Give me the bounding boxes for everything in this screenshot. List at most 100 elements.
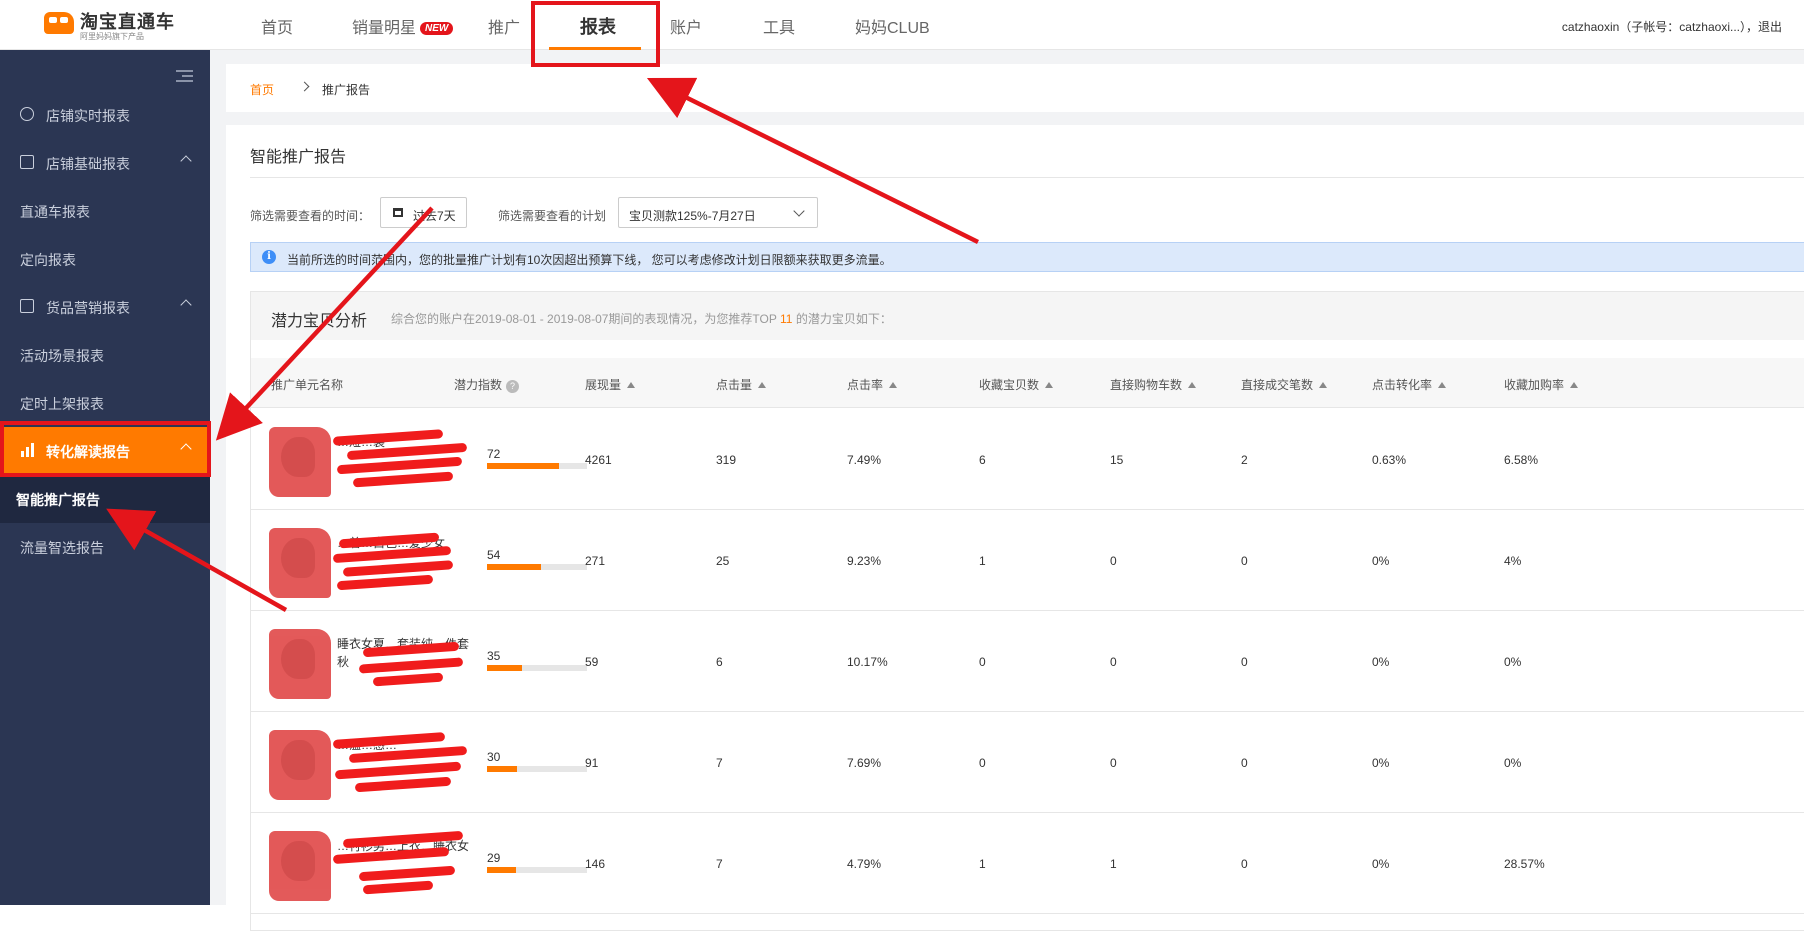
col-favorites[interactable]: 收藏宝贝数	[979, 376, 1054, 393]
sidebar-item-label: 定向报表	[20, 252, 76, 268]
sort-up-icon	[1188, 382, 1197, 388]
time-filter-label: 筛选需要查看的时间：	[250, 209, 371, 223]
nav-home[interactable]: 首页	[261, 14, 293, 38]
info-icon: i	[262, 250, 276, 264]
col-fav-cart-rate-label: 收藏加购率	[1504, 378, 1565, 392]
date-range-value: 过去7天	[413, 209, 456, 223]
sort-up-icon	[1438, 382, 1447, 388]
clicks-cell: 7	[716, 756, 723, 770]
product-thumbnail[interactable]	[269, 427, 331, 497]
col-cvr-label: 点击转化率	[1372, 378, 1433, 392]
collapse-menu-icon[interactable]	[176, 70, 193, 83]
sidebar-item-traffic[interactable]: 流量智选报告	[0, 523, 210, 571]
plan-filter-label: 筛选需要查看的计划	[498, 209, 607, 223]
potential-index-value: 29	[487, 851, 501, 865]
page-title: 智能推广报告	[250, 149, 347, 166]
potential-index-value: 72	[487, 447, 501, 461]
top-navigation-bar: 淘宝直通车 阿里妈妈旗下产品 首页 销量明星 NEW 推广 报表 账户 工具 妈妈…	[0, 0, 1804, 50]
orders-cell: 0	[1241, 655, 1248, 669]
col-fav-cart-rate[interactable]: 收藏加购率	[1504, 376, 1579, 393]
cart-cell: 0	[1110, 756, 1117, 770]
logo-slogan: 阿里妈妈旗下产品	[80, 32, 144, 41]
clicks-cell: 25	[716, 554, 730, 568]
sidebar-item-label: 智能推广报告	[16, 492, 100, 508]
table-row: 睡衣女夏…套装纯…件套秋 35 59 6 10.17% 0 0 0 0% 0%	[251, 611, 1804, 712]
potential-items-section: 潜力宝贝分析 综合您的账户在2019-08-01 - 2019-08-07期间的…	[250, 291, 1804, 931]
redaction-scribble	[332, 530, 463, 592]
date-range-button[interactable]: 过去7天	[380, 197, 467, 228]
notice-text: 当前所选的时间范围内，您的批量推广计划有10次因超出预算下线， 您可以考虑修改计…	[287, 253, 892, 267]
favorites-cell: 0	[979, 756, 986, 770]
ctr-cell: 7.69%	[847, 756, 882, 770]
sidebar-item-label: 活动场景报表	[20, 348, 104, 364]
nav-sales-star[interactable]: 销量明星 NEW	[352, 14, 454, 38]
annotation-box-conversion-menu	[0, 421, 211, 477]
cvr-cell: 0%	[1372, 655, 1390, 669]
impressions-cell: 91	[585, 756, 599, 770]
notice-banner: i 当前所选的时间范围内，您的批量推广计划有10次因超出预算下线， 您可以考虑修…	[250, 242, 1804, 272]
breadcrumb: 首页 推广报告	[226, 64, 1804, 112]
col-impressions[interactable]: 展现量	[585, 376, 636, 393]
nav-account[interactable]: 账户	[670, 14, 702, 38]
sort-up-icon	[889, 382, 898, 388]
nav-tools[interactable]: 工具	[763, 14, 795, 38]
col-clicks-label: 点击量	[716, 378, 753, 392]
favorites-cell: 0	[979, 655, 986, 669]
potential-index-fill	[487, 564, 541, 570]
col-ctr[interactable]: 点击率	[847, 376, 898, 393]
sidebar-item-goods[interactable]: 货品营销报表	[0, 283, 210, 331]
table-row: …短…装7242613197.49%61520.63%6.58%	[251, 409, 1804, 510]
orders-cell: 0	[1241, 857, 1248, 871]
favorites-cell: 1	[979, 857, 986, 871]
sidebar-item-label: 店铺基础报表	[46, 156, 130, 172]
help-icon[interactable]: ?	[506, 380, 520, 393]
product-thumbnail[interactable]	[269, 730, 331, 800]
potential-index-fill	[487, 463, 559, 469]
product-thumbnail[interactable]	[269, 528, 331, 598]
nav-promotion[interactable]: 推广	[488, 14, 520, 38]
impressions-cell: 59	[585, 655, 599, 669]
section-description: 综合您的账户在2019-08-01 - 2019-08-07期间的表现情况，为您…	[391, 310, 892, 327]
col-orders[interactable]: 直接成交笔数	[1241, 376, 1328, 393]
nav-sales-star-label: 销量明星	[352, 20, 417, 37]
sidebar-item-targeting[interactable]: 定向报表	[0, 235, 210, 283]
fav-cart-rate-cell: 0%	[1504, 756, 1522, 770]
annotation-box-reports-tab	[531, 1, 660, 67]
section-description-suffix: 的潜力宝贝如下：	[795, 312, 892, 326]
potential-index-bar	[487, 665, 587, 671]
sidebar-item-realtime[interactable]: 店铺实时报表	[0, 91, 210, 139]
logo[interactable]: 淘宝直通车 阿里妈妈旗下产品	[44, 6, 174, 42]
cart-cell: 15	[1110, 453, 1124, 467]
breadcrumb-home[interactable]: 首页	[250, 81, 274, 98]
sidebar-item-activity[interactable]: 活动场景报表	[0, 331, 210, 379]
section-header: 潜力宝贝分析 综合您的账户在2019-08-01 - 2019-08-07期间的…	[251, 292, 1804, 340]
report-icon	[20, 155, 34, 169]
col-cvr[interactable]: 点击转化率	[1372, 376, 1447, 393]
col-clicks[interactable]: 点击量	[716, 376, 767, 393]
plan-select[interactable]: 宝贝测款125%-7月27日	[618, 197, 818, 228]
col-cart[interactable]: 直接购物车数	[1110, 376, 1197, 393]
potential-index-value: 35	[487, 649, 501, 663]
fav-cart-rate-cell: 28.57%	[1504, 857, 1545, 871]
user-info[interactable]: catzhaoxin（子帐号：catzhaoxi...），退出	[1562, 18, 1782, 35]
sidebar-item-smart-report[interactable]: 智能推广报告	[0, 475, 210, 523]
fav-cart-rate-cell: 0%	[1504, 655, 1522, 669]
sort-up-icon	[1570, 382, 1579, 388]
sort-up-icon	[1045, 382, 1054, 388]
breadcrumb-current: 推广报告	[322, 83, 371, 97]
ctr-cell: 10.17%	[847, 655, 888, 669]
sidebar-item-basic[interactable]: 店铺基础报表	[0, 139, 210, 187]
cvr-cell: 0.63%	[1372, 453, 1407, 467]
col-potential: 潜力指数?	[454, 376, 520, 393]
sidebar-item-ztc[interactable]: 直通车报表	[0, 187, 210, 235]
impressions-cell: 4261	[585, 453, 612, 467]
potential-index-bar	[487, 463, 587, 469]
nav-mama-club[interactable]: 妈妈CLUB	[855, 14, 930, 38]
cvr-cell: 0%	[1372, 857, 1390, 871]
redaction-scribble	[332, 830, 464, 895]
sidebar-item-scheduled[interactable]: 定时上架报表	[0, 379, 210, 427]
product-thumbnail[interactable]	[269, 831, 331, 901]
product-thumbnail[interactable]	[269, 629, 331, 699]
cvr-cell: 0%	[1372, 756, 1390, 770]
clicks-cell: 7	[716, 857, 723, 871]
